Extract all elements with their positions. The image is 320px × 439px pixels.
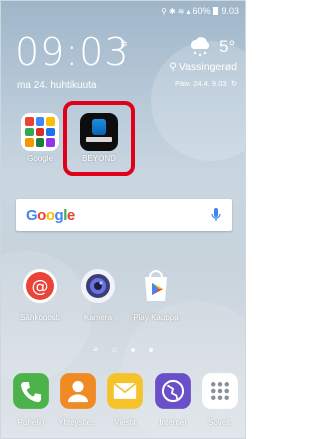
app-label: Puhelin <box>17 418 45 427</box>
app-camera[interactable]: Kamera <box>72 267 124 322</box>
highlight-annotation <box>63 101 135 176</box>
signal-icon: ▴ <box>186 6 191 16</box>
bluetooth-icon: ✱ <box>169 6 176 16</box>
google-search-bar[interactable]: Google <box>16 199 232 231</box>
status-time: 9.03 <box>221 6 239 16</box>
app-label: Internet <box>159 418 187 427</box>
dock-messages[interactable]: Viestit <box>101 372 149 427</box>
svg-text:@: @ <box>32 277 49 297</box>
dock-apps[interactable]: Sovell. <box>196 372 244 427</box>
home-page-icon: ⌂ <box>111 345 117 354</box>
location-icon: ⚲ <box>161 6 168 16</box>
apps-grid-icon <box>202 373 238 409</box>
app-label: Yhteystie... <box>58 418 98 427</box>
weather-updated: Päiv. 24.4. 9.03 ↻ <box>175 79 237 88</box>
cloud-snow-icon[interactable] <box>187 37 213 57</box>
weather-location-label: Vassingerød <box>178 61 237 73</box>
app-label: Sovell. <box>207 418 232 427</box>
app-play-store[interactable]: Play Kauppa <box>130 267 182 322</box>
email-icon: @ <box>23 269 57 303</box>
clock-time[interactable]: 09:03 <box>15 33 130 71</box>
dock-phone[interactable]: Puhelin <box>7 372 55 427</box>
internet-icon <box>155 373 191 409</box>
clock-date[interactable]: ma 24. huhtikuuta <box>17 80 97 91</box>
page-menu-icon: ≡ <box>93 345 98 354</box>
wallpaper-bokeh <box>151 41 245 161</box>
status-bar: ⚲ ✱ ≋ ▴ 60% 9.03 <box>161 4 239 18</box>
page-dot <box>130 347 135 352</box>
weather-temperature[interactable]: 5° <box>219 37 235 57</box>
app-label: Sähköposti <box>20 313 60 322</box>
location-pin-icon: ⚲ <box>169 61 177 73</box>
app-label: Kamera <box>83 313 112 322</box>
app-label: Viestit <box>114 418 136 427</box>
alarm-gear-icon: ✲ <box>120 39 128 49</box>
battery-icon <box>213 7 219 15</box>
home-screen: ⚲ ✱ ≋ ▴ 60% 9.03 09:03 ✲ ma 24. huhtikuu… <box>0 0 246 439</box>
messages-icon <box>107 373 143 409</box>
page-dot <box>148 347 153 352</box>
contacts-icon <box>60 373 96 409</box>
page-indicator[interactable]: ≡ ⌂ <box>1 345 245 354</box>
app-label: Play Kauppa <box>133 313 179 322</box>
weather-location[interactable]: ⚲ Vassingerød <box>169 61 237 73</box>
google-logo: Google <box>26 206 75 224</box>
dock-contacts[interactable]: Yhteystie... <box>54 372 102 427</box>
app-email[interactable]: @ Sähköposti <box>14 267 66 322</box>
battery-percent: 60% <box>192 6 211 16</box>
refresh-icon[interactable]: ↻ <box>229 79 237 88</box>
dock-internet[interactable]: Internet <box>149 372 197 427</box>
weather-updated-label: Päiv. 24.4. 9.03 <box>174 79 227 88</box>
phone-icon <box>13 373 49 409</box>
wifi-icon: ≋ <box>177 6 185 16</box>
app-google-folder[interactable]: Google <box>14 113 66 163</box>
app-label: Google <box>27 154 53 163</box>
camera-icon <box>81 269 115 303</box>
google-folder-icon <box>21 113 59 151</box>
play-store-icon <box>145 270 167 301</box>
microphone-icon[interactable] <box>210 207 222 223</box>
